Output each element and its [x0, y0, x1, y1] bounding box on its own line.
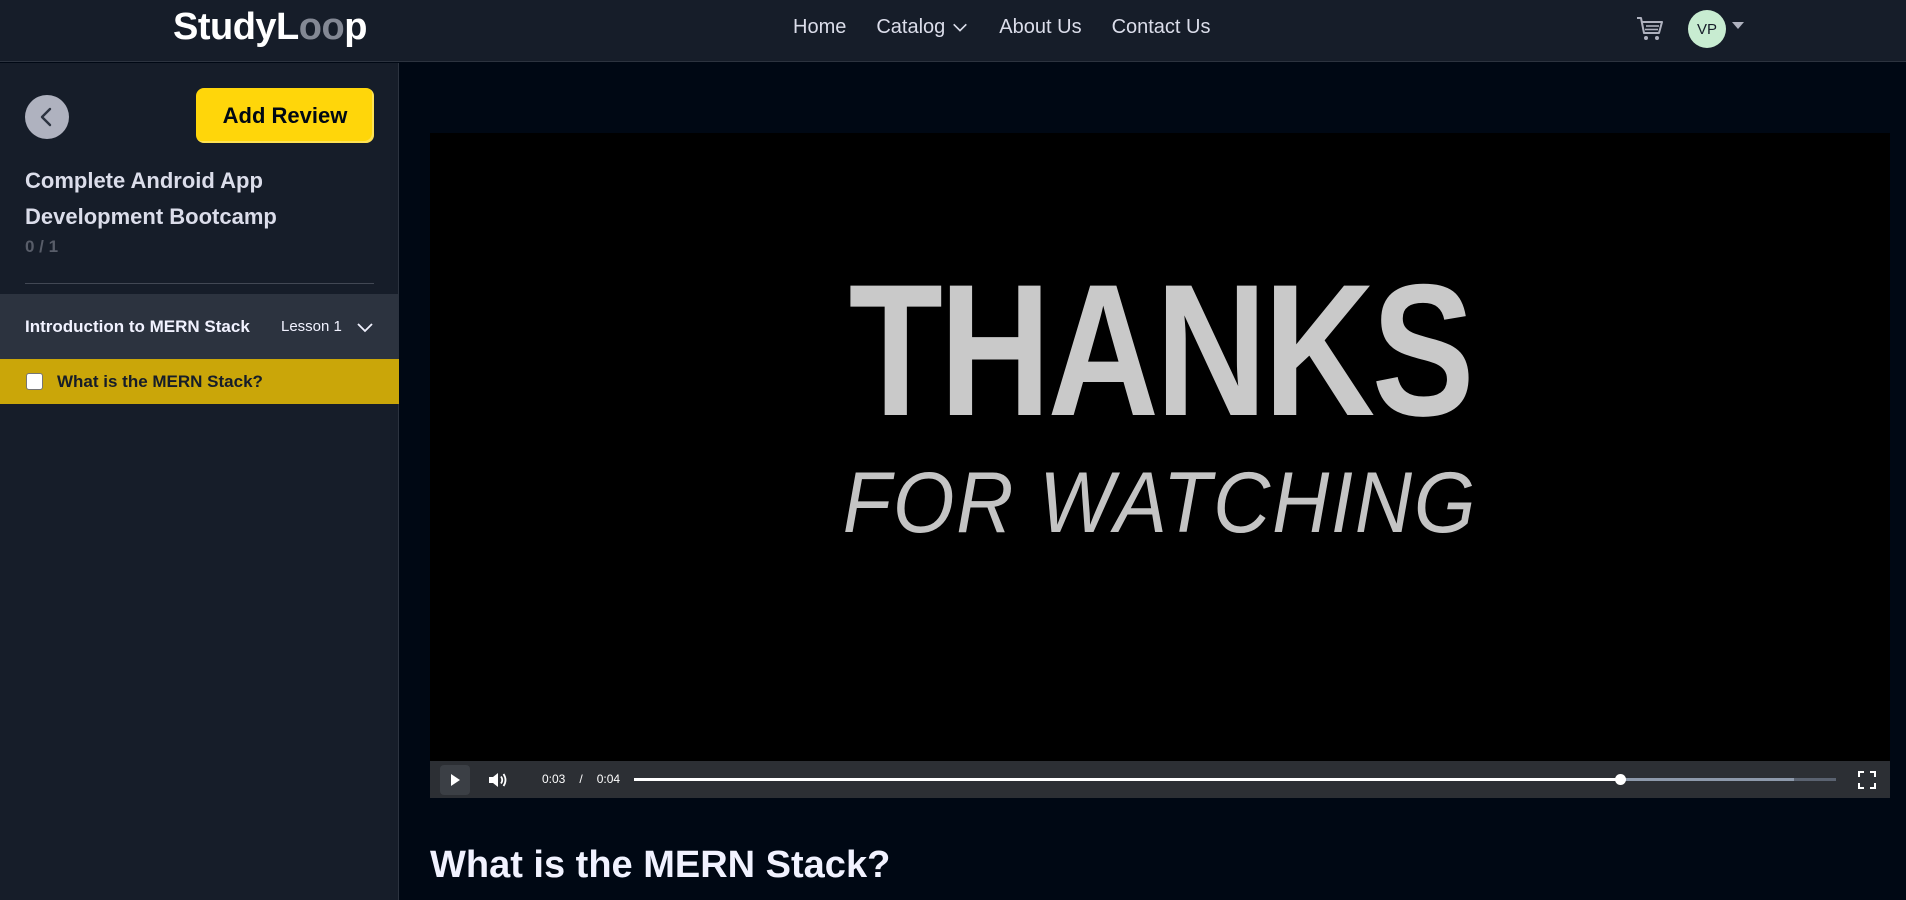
cart-icon[interactable] [1634, 12, 1666, 44]
nav-contact-us[interactable]: Contact Us [1112, 14, 1211, 40]
nav-catalog-label: Catalog [876, 16, 946, 38]
top-navbar: StudyLoop Home Catalog About Us Contact … [0, 0, 1906, 62]
chevron-down-icon [953, 23, 968, 32]
play-icon [451, 774, 460, 786]
video-controls: 0:03 / 0:04 [430, 761, 1890, 798]
caret-down-icon[interactable] [1732, 22, 1744, 29]
avatar[interactable]: VP [1688, 10, 1726, 48]
chevron-left-icon [40, 107, 52, 127]
time-display: 0:03 / 0:04 [542, 772, 620, 786]
add-review-button[interactable]: Add Review [196, 88, 374, 143]
nav-catalog[interactable]: Catalog [876, 14, 969, 40]
section-header[interactable]: Introduction to MERN Stack Lesson 1 [0, 294, 399, 359]
video-frame-text-line1: THANKS [848, 245, 1475, 455]
seek-bar-played [634, 778, 1620, 781]
course-sidebar: Add Review Complete Android App Developm… [0, 63, 399, 900]
studyloop-logo[interactable]: StudyLoop [173, 6, 367, 48]
divider [25, 283, 374, 284]
chevron-down-icon [357, 323, 373, 333]
lesson-heading: What is the MERN Stack? [430, 844, 891, 886]
lesson-item[interactable]: What is the MERN Stack? [0, 359, 399, 404]
time-separator: / [579, 772, 583, 786]
volume-icon[interactable] [486, 769, 508, 791]
section-lesson-count: Lesson 1 [281, 318, 342, 335]
fullscreen-icon[interactable] [1858, 771, 1876, 789]
current-time: 0:03 [542, 772, 566, 786]
lesson-label: What is the MERN Stack? [57, 371, 263, 391]
nav-home[interactable]: Home [793, 14, 846, 40]
seek-bar-thumb[interactable] [1614, 774, 1626, 785]
seek-bar[interactable] [634, 774, 1836, 785]
back-button[interactable] [25, 95, 69, 139]
video-frame-text-line2: FOR WATCHING [842, 455, 1478, 551]
play-button[interactable] [440, 765, 470, 795]
video-player[interactable]: THANKS FOR WATCHING 0:03 / 0:04 [430, 133, 1890, 798]
nav-about-us[interactable]: About Us [999, 14, 1081, 40]
lesson-checkbox[interactable] [26, 373, 43, 390]
course-title: Complete Android App Development Bootcam… [25, 168, 277, 229]
course-progress: 0 / 1 [25, 237, 59, 256]
section-title: Introduction to MERN Stack [25, 316, 250, 336]
duration: 0:04 [596, 772, 621, 786]
main-nav: Home Catalog About Us Contact Us [793, 14, 1211, 40]
